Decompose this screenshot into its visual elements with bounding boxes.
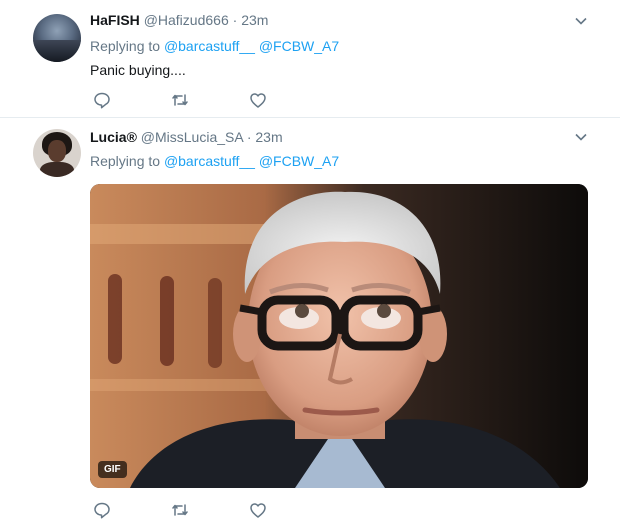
retweet-icon[interactable] [170, 500, 190, 520]
avatar-landscape [33, 40, 81, 62]
like-icon[interactable] [248, 90, 268, 110]
retweet-icon[interactable] [170, 90, 190, 110]
avatar[interactable] [33, 14, 81, 62]
tweet-actions [90, 90, 290, 110]
avatar-face [48, 140, 66, 162]
separator-dot: · [246, 129, 252, 145]
chevron-down-icon[interactable] [575, 15, 587, 27]
replying-to-label: Replying to [90, 38, 161, 54]
tweet-text: Panic buying.... [90, 62, 186, 78]
mention-link[interactable]: @barcastuff__ [164, 38, 255, 54]
user-handle[interactable]: @MissLucia_SA [141, 129, 243, 145]
tweet-actions [90, 500, 290, 520]
like-icon[interactable] [248, 500, 268, 520]
tweet[interactable]: HaFISH @Hafizud666 · 23m Replying to @ba… [0, 0, 620, 118]
reply-icon[interactable] [92, 90, 112, 110]
gif-frame [90, 184, 588, 488]
display-name[interactable]: HaFISH [90, 12, 140, 28]
timestamp[interactable]: 23m [255, 129, 282, 145]
gif-media[interactable]: GIF [90, 184, 588, 488]
tweet-header: HaFISH @Hafizud666 · 23m [90, 12, 268, 28]
separator-dot: · [232, 12, 238, 28]
reply-icon[interactable] [92, 500, 112, 520]
avatar-body [40, 162, 74, 177]
tweet[interactable]: Lucia® @MissLucia_SA · 23m Replying to @… [0, 118, 620, 523]
mention-link[interactable]: @FCBW_A7 [259, 153, 339, 169]
replying-to-label: Replying to [90, 153, 161, 169]
replying-to: Replying to @barcastuff__ @FCBW_A7 [90, 153, 339, 169]
gif-badge: GIF [98, 461, 127, 478]
avatar[interactable] [33, 129, 81, 177]
tweet-header: Lucia® @MissLucia_SA · 23m [90, 129, 283, 145]
display-name[interactable]: Lucia® [90, 129, 137, 145]
mention-link[interactable]: @FCBW_A7 [259, 38, 339, 54]
mention-link[interactable]: @barcastuff__ [164, 153, 255, 169]
user-handle[interactable]: @Hafizud666 [144, 12, 229, 28]
replying-to: Replying to @barcastuff__ @FCBW_A7 [90, 38, 339, 54]
timestamp[interactable]: 23m [241, 12, 268, 28]
chevron-down-icon[interactable] [575, 131, 587, 143]
